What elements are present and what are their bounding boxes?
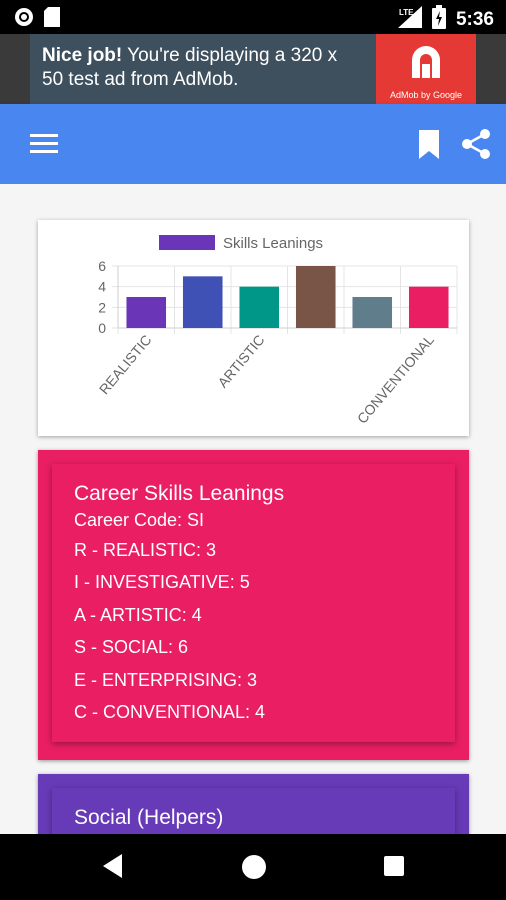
back-button[interactable] — [102, 853, 124, 884]
legend-swatch — [159, 235, 215, 250]
bar-investigative — [182, 276, 223, 328]
skill-item: R - REALISTIC: 3 — [74, 540, 217, 560]
admob-caption: AdMob by Google — [389, 90, 463, 100]
career-skills-inner: Career Skills Leanings Career Code: SI R… — [52, 464, 455, 742]
y-tick-label: 4 — [98, 279, 106, 295]
bar-social — [295, 266, 336, 328]
skill-item: E - ENTERPRISING: 3 — [74, 669, 258, 690]
ad-content[interactable]: Nice job! You're displaying a 320 x 50 t… — [30, 34, 476, 104]
bar-enterprising — [352, 297, 393, 328]
admob-logo[interactable]: AdMob by Google — [376, 34, 476, 104]
x-tick-label: CONVENTIONAL — [354, 331, 437, 426]
main-content[interactable]: Skills Leanings 0 2 4 6 REALISTIC ARTISTIC CONV… — [0, 184, 506, 834]
bookmark-button[interactable] — [416, 130, 442, 160]
ad-banner[interactable]: Nice job! You're displaying a 320 x 50 t… — [0, 34, 506, 104]
battery-charging-icon — [431, 5, 446, 34]
x-tick-label: REALISTIC — [96, 332, 155, 398]
svg-text:LTE: LTE — [399, 8, 414, 17]
bar-conventional — [408, 286, 449, 328]
status-bar: LTE 5:36 — [0, 0, 506, 34]
skill-item: I - INVESTIGATIVE: 5 — [74, 572, 250, 593]
menu-icon — [30, 134, 58, 153]
share-button[interactable] — [460, 128, 492, 160]
career-skills-card: Career Skills Leanings Career Code: SI R… — [38, 450, 469, 760]
skill-item: S - SOCIAL: 6 — [74, 637, 189, 658]
career-skills-title: Career Skills Leanings — [74, 482, 285, 505]
y-tick-label: 6 — [98, 258, 106, 274]
lte-signal-icon: LTE — [397, 6, 422, 33]
share-icon — [462, 129, 490, 159]
legend-label: Skills Leanings — [223, 235, 323, 252]
y-tick-label: 0 — [98, 320, 106, 336]
chart-card: Skills Leanings 0 2 4 6 REALISTIC ARTISTIC CONV… — [38, 220, 469, 436]
social-title: Social (Helpers) — [74, 806, 224, 829]
x-tick-label: ARTISTIC — [214, 332, 267, 391]
sd-card-icon — [44, 7, 60, 32]
app-bar — [0, 104, 506, 184]
bar-artistic — [239, 286, 280, 328]
career-code: Career Code: SI — [74, 510, 205, 530]
social-card: Social (Helpers) — [38, 774, 469, 834]
admob-logo-icon — [412, 46, 440, 78]
skill-item: A - ARTISTIC: 4 — [74, 604, 202, 625]
back-icon — [103, 854, 122, 878]
skills-list: R - REALISTIC: 3 I - INVESTIGATIVE: 5 A … — [74, 534, 265, 728]
bookmark-icon — [419, 130, 439, 159]
recent-apps-button[interactable] — [384, 856, 404, 876]
skills-bar-chart: Skills Leanings 0 2 4 6 REALISTIC ARTISTIC CONV… — [96, 235, 458, 427]
skill-item: C - CONVENTIONAL: 4 — [74, 701, 266, 722]
y-tick-label: 2 — [98, 299, 106, 315]
home-button[interactable] — [242, 855, 266, 879]
ad-text: Nice job! You're displaying a 320 x 50 t… — [42, 44, 362, 92]
clock-time: 5:36 — [455, 8, 494, 30]
system-nav-bar — [0, 834, 506, 900]
menu-button[interactable] — [30, 132, 60, 156]
app-notification-icon — [14, 7, 34, 32]
ad-text-bold: Nice job! — [42, 45, 123, 66]
bar-realistic — [126, 297, 167, 328]
social-inner: Social (Helpers) — [52, 788, 455, 834]
